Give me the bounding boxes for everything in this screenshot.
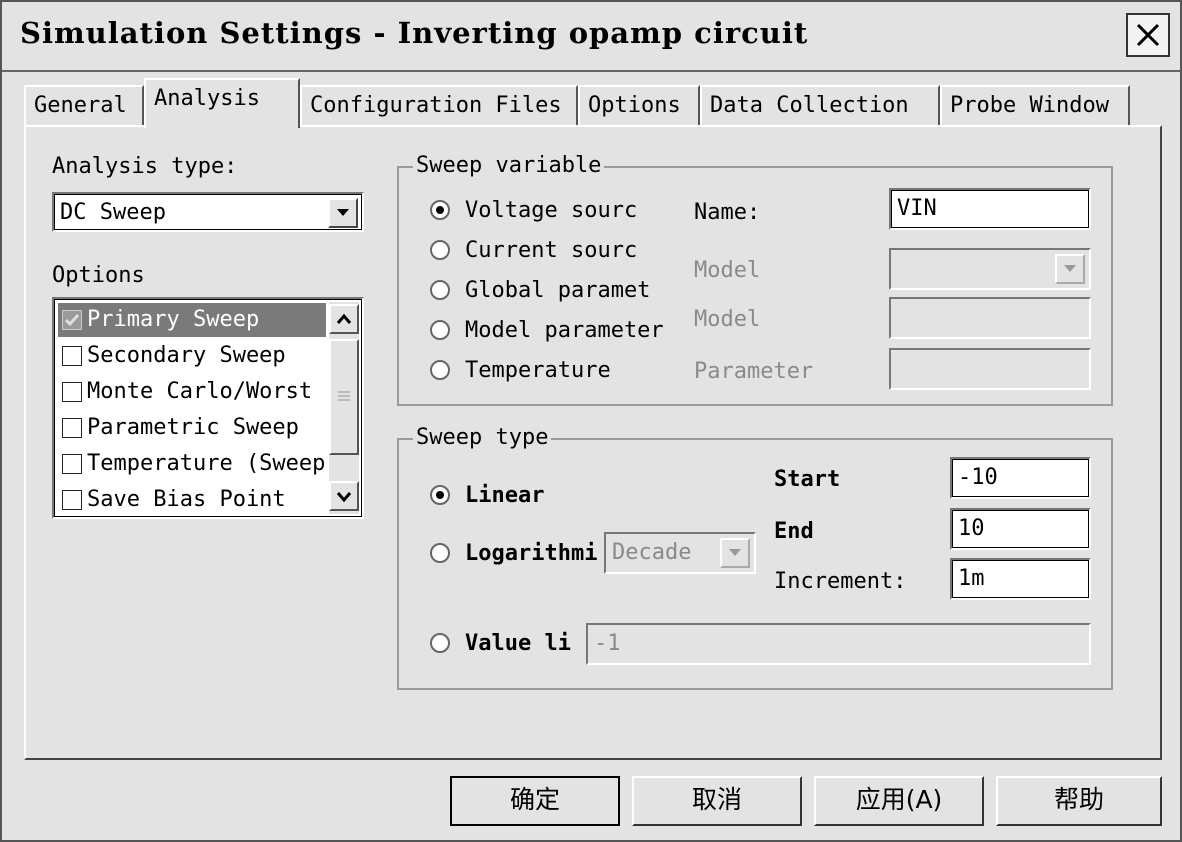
option-label: Temperature (Sweep bbox=[87, 451, 326, 476]
name-label: Name: bbox=[694, 200, 761, 225]
radio-label-logarithmic: Logarithmi bbox=[465, 541, 598, 566]
radio-label-temperature: Temperature bbox=[465, 358, 611, 383]
simulation-settings-dialog: Simulation Settings - Inverting opamp ci… bbox=[0, 0, 1182, 842]
model-name-input[interactable] bbox=[889, 297, 1091, 339]
radio-global-parameter[interactable] bbox=[429, 279, 451, 301]
sweep-variable-caption: Sweep variable bbox=[413, 153, 605, 178]
analysis-type-value: DC Sweep bbox=[60, 200, 166, 225]
tab-options[interactable]: Options bbox=[578, 85, 700, 125]
tab-general[interactable]: General bbox=[24, 85, 144, 125]
radio-voltage-source[interactable] bbox=[429, 199, 451, 221]
model-type-select[interactable] bbox=[889, 248, 1091, 290]
radio-label-current-source: Current sourc bbox=[465, 238, 638, 263]
grip-icon bbox=[338, 391, 350, 401]
option-label: Secondary Sweep bbox=[87, 343, 286, 368]
chevron-down-icon bbox=[337, 209, 349, 216]
list-item[interactable]: Temperature (Sweep bbox=[58, 447, 326, 481]
start-label: Start bbox=[774, 467, 841, 492]
increment-label: Increment: bbox=[774, 569, 907, 594]
radio-model-parameter[interactable] bbox=[429, 319, 451, 341]
scroll-up-button[interactable] bbox=[329, 304, 359, 334]
apply-button[interactable]: 应用(A) bbox=[814, 776, 984, 826]
value-list-input[interactable]: -1 bbox=[586, 623, 1091, 665]
radio-current-source[interactable] bbox=[429, 239, 451, 261]
start-value: -10 bbox=[958, 465, 998, 490]
option-label: Primary Sweep bbox=[87, 307, 260, 332]
options-list[interactable]: Primary Sweep Secondary Sweep Monte Carl… bbox=[52, 297, 364, 519]
log-unit-value: Decade bbox=[612, 540, 692, 565]
scroll-down-button[interactable] bbox=[329, 481, 359, 511]
checkbox[interactable] bbox=[62, 418, 82, 438]
model-type-dropdown-button[interactable] bbox=[1055, 254, 1085, 284]
window-title: Simulation Settings - Inverting opamp ci… bbox=[20, 16, 809, 50]
radio-logarithmic[interactable] bbox=[429, 542, 451, 564]
name-value: VIN bbox=[897, 196, 937, 221]
close-button[interactable] bbox=[1126, 13, 1170, 57]
option-label: Monte Carlo/Worst bbox=[87, 379, 313, 404]
checkbox-checked[interactable] bbox=[62, 310, 82, 330]
checkbox[interactable] bbox=[62, 382, 82, 402]
title-bar: Simulation Settings - Inverting opamp ci… bbox=[2, 2, 1180, 72]
chevron-down-icon bbox=[336, 492, 352, 502]
checkbox[interactable] bbox=[62, 346, 82, 366]
radio-label-voltage-source: Voltage sourc bbox=[465, 198, 638, 223]
checkmark-icon bbox=[64, 314, 80, 327]
option-label: Parametric Sweep bbox=[87, 415, 299, 440]
end-value-input[interactable]: 10 bbox=[950, 508, 1091, 550]
tab-data-collection[interactable]: Data Collection bbox=[700, 85, 940, 125]
radio-linear[interactable] bbox=[429, 484, 451, 506]
list-item[interactable]: Secondary Sweep bbox=[58, 339, 326, 373]
analysis-type-dropdown-button[interactable] bbox=[328, 198, 358, 228]
increment-input[interactable]: 1m bbox=[950, 558, 1091, 600]
tab-configuration-files[interactable]: Configuration Files bbox=[300, 85, 578, 125]
radio-label-linear: Linear bbox=[465, 483, 545, 508]
analysis-type-select[interactable]: DC Sweep bbox=[52, 192, 364, 232]
log-unit-select[interactable]: Decade bbox=[604, 532, 756, 574]
radio-label-global-parameter: Global paramet bbox=[465, 278, 651, 303]
close-icon bbox=[1136, 23, 1160, 47]
parameter-input[interactable] bbox=[889, 348, 1091, 390]
start-value-input[interactable]: -10 bbox=[950, 457, 1091, 499]
cancel-button[interactable]: 取消 bbox=[632, 776, 802, 826]
list-item[interactable]: Save Bias Point bbox=[58, 483, 326, 517]
radio-value-list[interactable] bbox=[429, 632, 451, 654]
list-item[interactable]: Parametric Sweep bbox=[58, 411, 326, 445]
analysis-type-label: Analysis type: bbox=[52, 154, 238, 179]
checkbox[interactable] bbox=[62, 454, 82, 474]
sweep-type-caption: Sweep type bbox=[413, 425, 552, 450]
list-item[interactable]: Monte Carlo/Worst bbox=[58, 375, 326, 409]
increment-value: 1m bbox=[958, 566, 985, 591]
help-button[interactable]: 帮助 bbox=[996, 776, 1162, 826]
parameter-label: Parameter bbox=[694, 359, 814, 384]
tab-probe-window[interactable]: Probe Window bbox=[940, 85, 1130, 125]
name-input[interactable]: VIN bbox=[889, 188, 1091, 230]
radio-temperature[interactable] bbox=[429, 359, 451, 381]
checkbox[interactable] bbox=[62, 490, 82, 510]
chevron-down-icon bbox=[1064, 265, 1076, 272]
end-value: 10 bbox=[958, 516, 985, 541]
value-list-value: -1 bbox=[594, 631, 621, 656]
chevron-down-icon bbox=[729, 549, 741, 556]
end-label: End bbox=[774, 519, 814, 544]
list-item[interactable]: Primary Sweep bbox=[58, 303, 326, 337]
radio-label-value-list: Value li bbox=[465, 631, 571, 656]
model-name-label: Model bbox=[694, 307, 761, 332]
model-type-label: Model bbox=[694, 258, 761, 283]
option-label: Save Bias Point bbox=[87, 487, 286, 512]
tab-analysis[interactable]: Analysis bbox=[144, 78, 300, 128]
options-label: Options bbox=[52, 263, 145, 288]
chevron-up-icon bbox=[336, 313, 352, 324]
scrollbar-thumb[interactable] bbox=[329, 339, 359, 455]
radio-label-model-parameter: Model parameter bbox=[465, 318, 663, 343]
log-unit-dropdown-button[interactable] bbox=[720, 538, 750, 568]
ok-button[interactable]: 确定 bbox=[450, 776, 620, 826]
